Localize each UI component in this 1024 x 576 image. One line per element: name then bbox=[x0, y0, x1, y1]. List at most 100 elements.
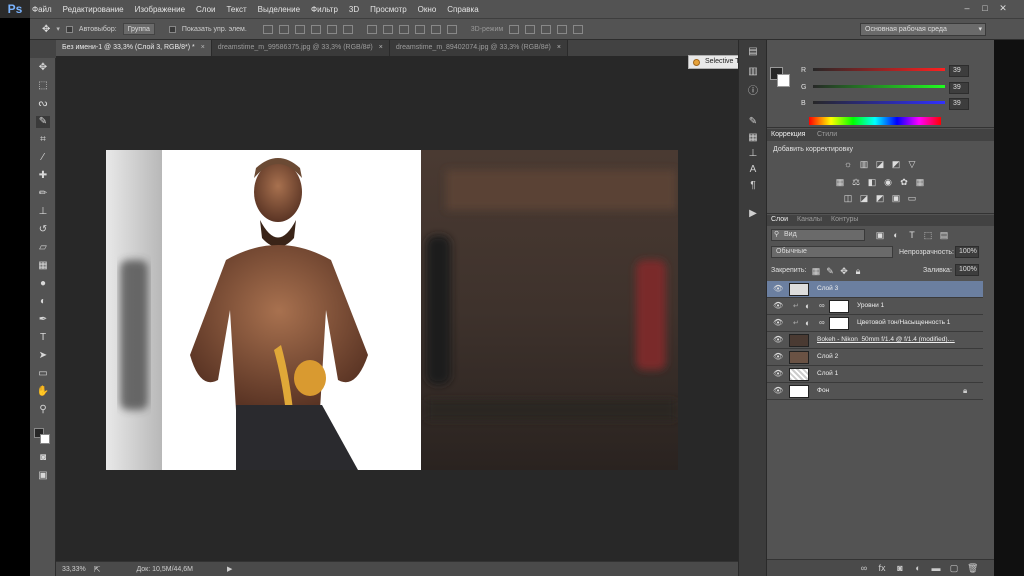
layer-name[interactable]: Bokeh - Nikon_50mm f/1.4 @ f/1.4 (modifi… bbox=[817, 336, 955, 343]
layer-row[interactable]: 👁︎ Слой 1 bbox=[767, 366, 983, 383]
curves-icon[interactable]: ◪ bbox=[875, 159, 885, 169]
close-icon[interactable]: × bbox=[379, 44, 383, 51]
zoom-level[interactable]: 33,33% bbox=[62, 566, 86, 573]
export-icon[interactable]: ⇱ bbox=[94, 565, 101, 574]
clone-stamp-icon[interactable]: ⊥ bbox=[36, 206, 50, 218]
link-layers-icon[interactable]: ∞ bbox=[859, 564, 869, 573]
color-balance-icon[interactable]: ⚖ bbox=[851, 177, 861, 187]
clone-source-icon[interactable]: ⊥ bbox=[747, 148, 759, 159]
red-value[interactable]: 39 bbox=[949, 65, 969, 77]
eraser-tool-icon[interactable]: ▱ bbox=[36, 242, 50, 254]
menu-select[interactable]: Выделение bbox=[258, 5, 300, 14]
layer-name[interactable]: Слой 1 bbox=[817, 370, 838, 377]
black-white-icon[interactable]: ◧ bbox=[867, 177, 877, 187]
info-panel-icon[interactable]: ⓘ bbox=[747, 86, 759, 97]
menu-edit[interactable]: Редактирование bbox=[63, 5, 124, 14]
align-hcenter-icon[interactable] bbox=[326, 24, 337, 34]
zoom-tool-icon[interactable]: ⚲ bbox=[36, 404, 50, 416]
align-top-icon[interactable] bbox=[262, 24, 273, 34]
new-layer-icon[interactable]: ▢ bbox=[949, 564, 959, 573]
screen-mode-icon[interactable]: ▣ bbox=[36, 470, 50, 482]
menu-filter[interactable]: Фильтр bbox=[311, 5, 338, 14]
workspace-select[interactable]: Основная рабочая среда ▾ bbox=[860, 23, 986, 36]
brightness-icon[interactable]: ☼ bbox=[843, 159, 853, 169]
distribute-left-icon[interactable] bbox=[414, 24, 425, 34]
align-right-icon[interactable] bbox=[342, 24, 353, 34]
path-select-icon[interactable]: ➤ bbox=[36, 350, 50, 362]
move-tool-icon[interactable]: ✥ bbox=[42, 24, 50, 35]
invert-icon[interactable]: ◫ bbox=[843, 193, 853, 203]
pen-tool-icon[interactable]: ✒ bbox=[36, 314, 50, 326]
visibility-eye-icon[interactable]: 👁︎ bbox=[773, 353, 783, 361]
align-bottom-icon[interactable] bbox=[294, 24, 305, 34]
gradient-tool-icon[interactable]: ▦ bbox=[36, 260, 50, 272]
history-brush-icon[interactable]: ↺ bbox=[36, 224, 50, 236]
properties-panel-icon[interactable]: ▥ bbox=[747, 66, 759, 77]
filter-pixel-icon[interactable]: ▣ bbox=[875, 230, 885, 240]
filter-type-icon[interactable]: T bbox=[907, 230, 917, 240]
background-color-swatch[interactable] bbox=[40, 434, 50, 444]
blue-slider[interactable] bbox=[813, 101, 945, 104]
tab-document-1[interactable]: Без имени-1 @ 33,3% (Слой 3, RGB/8*) * × bbox=[56, 40, 212, 56]
actions-panel-icon[interactable]: ▶ bbox=[747, 208, 759, 219]
layer-name[interactable]: Слой 2 bbox=[817, 353, 838, 360]
3d-rotate-icon[interactable] bbox=[509, 24, 520, 34]
gradient-map-icon[interactable]: ▭ bbox=[907, 193, 917, 203]
tab-document-3[interactable]: dreamstime_m_89402074.jpg @ 33,3% (RGB/8… bbox=[389, 40, 568, 56]
align-vcenter-icon[interactable] bbox=[278, 24, 289, 34]
layer-name[interactable]: Цветовой тон/Насыщенность 1 bbox=[857, 319, 950, 326]
color-lookup-icon[interactable]: ▦ bbox=[915, 177, 925, 187]
distribute-top-icon[interactable] bbox=[366, 24, 377, 34]
lock-all-icon[interactable]: 🔒︎ bbox=[853, 266, 863, 276]
show-controls-checkbox[interactable] bbox=[168, 25, 176, 33]
distribute-right-icon[interactable] bbox=[446, 24, 457, 34]
delete-layer-icon[interactable]: 🗑︎ bbox=[967, 564, 978, 573]
layer-name[interactable]: Уровни 1 bbox=[857, 302, 884, 309]
red-slider[interactable] bbox=[813, 68, 945, 71]
paragraph-panel-icon[interactable]: ¶ bbox=[747, 180, 759, 191]
menu-help[interactable]: Справка bbox=[447, 5, 478, 14]
photo-filter-icon[interactable]: ◉ bbox=[883, 177, 893, 187]
layer-filter-select[interactable]: ⚲ Вид bbox=[771, 229, 865, 241]
autoselect-select[interactable]: Группа bbox=[122, 23, 155, 35]
distribute-hcenter-icon[interactable] bbox=[430, 24, 441, 34]
tab-styles[interactable]: Стили bbox=[817, 131, 837, 138]
type-tool-icon[interactable]: T bbox=[36, 332, 50, 344]
3d-drag-icon[interactable] bbox=[541, 24, 552, 34]
exposure-icon[interactable]: ◩ bbox=[891, 159, 901, 169]
green-value[interactable]: 39 bbox=[949, 82, 969, 94]
background-color-swatch[interactable] bbox=[777, 74, 790, 87]
tab-document-2[interactable]: dreamstime_m_99586375.jpg @ 33,3% (RGB/8… bbox=[211, 40, 390, 56]
lock-transparent-icon[interactable]: ▦ bbox=[811, 266, 821, 276]
brush-tool-icon[interactable]: ✏ bbox=[36, 188, 50, 200]
brush-presets-icon[interactable]: ▦ bbox=[747, 132, 759, 143]
close-icon[interactable]: ✕ bbox=[998, 3, 1008, 13]
fill-value[interactable]: 100% bbox=[955, 264, 979, 276]
menu-image[interactable]: Изображение bbox=[135, 5, 185, 14]
blur-tool-icon[interactable]: ● bbox=[36, 278, 50, 290]
menu-layers[interactable]: Слои bbox=[196, 5, 215, 14]
lock-position-icon[interactable]: ✥ bbox=[839, 266, 849, 276]
quick-select-tool-icon[interactable]: ✎ bbox=[36, 116, 50, 128]
posterize-icon[interactable]: ◪ bbox=[859, 193, 869, 203]
minimize-icon[interactable]: – bbox=[962, 3, 972, 13]
shape-tool-icon[interactable]: ▭ bbox=[36, 368, 50, 380]
crop-tool-icon[interactable]: ⌗ bbox=[36, 134, 50, 146]
blend-mode-select[interactable]: Обычные bbox=[771, 246, 893, 258]
visibility-eye-icon[interactable]: 👁︎ bbox=[773, 285, 783, 293]
levels-icon[interactable]: ▥ bbox=[859, 159, 869, 169]
blue-value[interactable]: 39 bbox=[949, 98, 969, 110]
layer-row[interactable]: 👁︎ Фон 🔒︎ bbox=[767, 383, 983, 400]
menu-window[interactable]: Окно bbox=[418, 5, 437, 14]
vibrance-icon[interactable]: ▽ bbox=[907, 159, 917, 169]
maximize-icon[interactable]: □ bbox=[980, 3, 990, 13]
visibility-eye-icon[interactable]: 👁︎ bbox=[773, 370, 783, 378]
hue-saturation-icon[interactable]: ▦ bbox=[835, 177, 845, 187]
filter-smart-icon[interactable]: ▤ bbox=[939, 230, 949, 240]
selective-color-icon[interactable]: ▣ bbox=[891, 193, 901, 203]
quick-mask-icon[interactable]: ◙ bbox=[36, 452, 50, 464]
close-icon[interactable]: × bbox=[557, 44, 561, 51]
document-canvas[interactable] bbox=[106, 150, 678, 470]
layer-row[interactable]: 👁︎ Слой 3 bbox=[767, 281, 983, 298]
3d-scale-icon[interactable] bbox=[573, 24, 584, 34]
